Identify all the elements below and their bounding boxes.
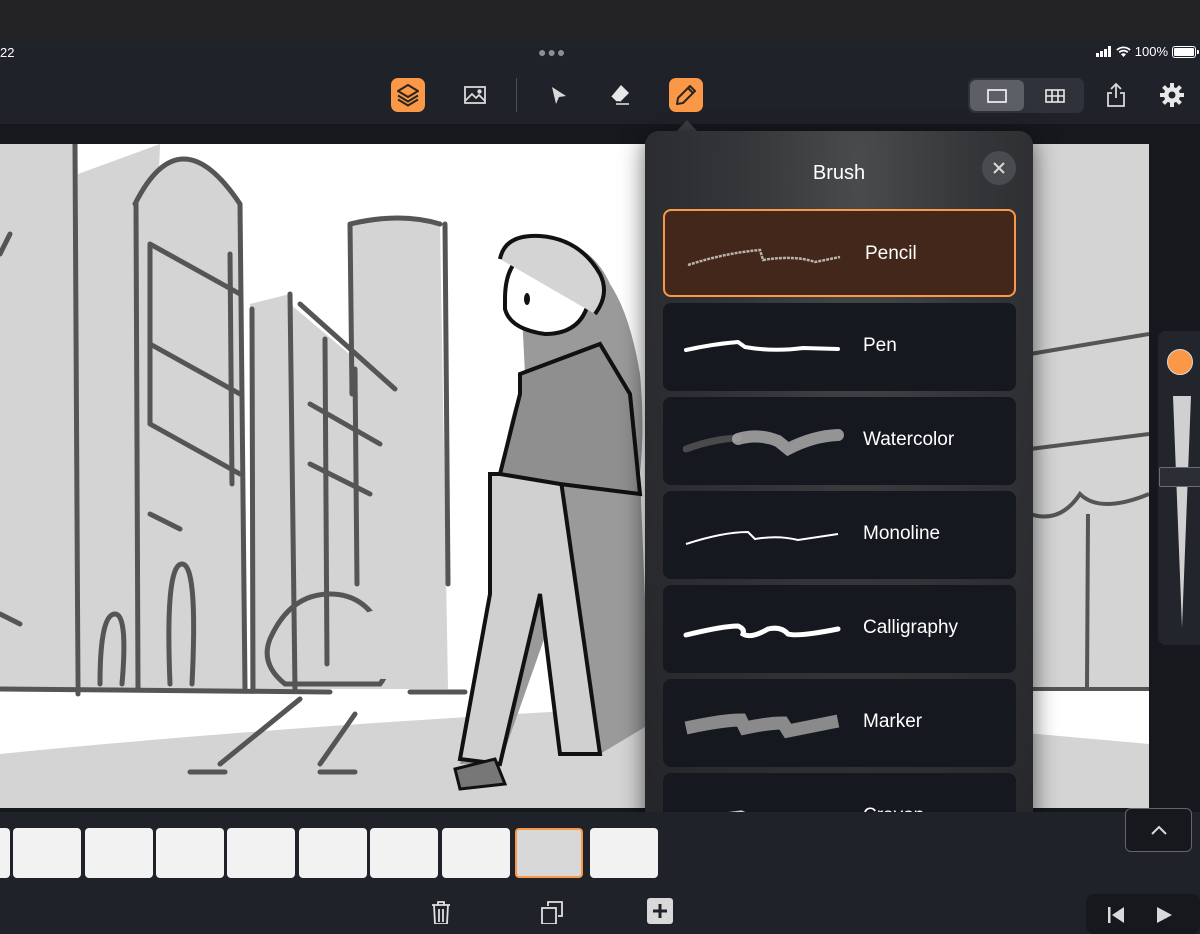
frame-thumbnail[interactable] bbox=[442, 828, 510, 878]
share-button[interactable] bbox=[1099, 78, 1133, 112]
duplicate-icon bbox=[541, 901, 563, 924]
eraser-icon bbox=[610, 85, 629, 105]
watercolor-stroke-icon bbox=[683, 429, 844, 457]
frame-thumbnail[interactable] bbox=[590, 828, 658, 878]
grid-icon bbox=[1045, 88, 1065, 103]
brush-option-watercolor[interactable]: Watercolor bbox=[663, 397, 1016, 485]
close-button[interactable] bbox=[982, 151, 1016, 185]
image-icon bbox=[464, 86, 486, 104]
brush-label: Calligraphy bbox=[863, 617, 959, 638]
signal-icon bbox=[1095, 46, 1111, 57]
single-view-button[interactable] bbox=[970, 80, 1024, 111]
brush-size-slider-track[interactable] bbox=[1158, 396, 1200, 636]
single-frame-icon bbox=[987, 88, 1007, 103]
settings-button[interactable] bbox=[1155, 78, 1189, 112]
trash-icon bbox=[432, 901, 450, 924]
top-toolbar bbox=[0, 66, 1200, 124]
play-icon[interactable] bbox=[1154, 904, 1174, 924]
brush-size-slider-thumb[interactable] bbox=[1159, 467, 1200, 488]
add-frame-button[interactable] bbox=[647, 898, 673, 924]
brush-option-monoline[interactable]: Monoline bbox=[663, 491, 1016, 579]
share-icon bbox=[1107, 82, 1125, 107]
skip-back-icon[interactable] bbox=[1106, 904, 1126, 924]
window-top-strip bbox=[0, 0, 1200, 42]
brush-label: Pencil bbox=[865, 243, 917, 264]
battery-icon bbox=[1172, 45, 1199, 58]
select-button[interactable] bbox=[541, 78, 575, 112]
frame-thumbnail[interactable] bbox=[227, 828, 295, 878]
frame-thumbnail[interactable] bbox=[13, 828, 81, 878]
pencil-icon bbox=[676, 85, 696, 105]
brush-option-pen[interactable]: Pen bbox=[663, 303, 1016, 391]
brush-option-pencil[interactable]: Pencil bbox=[663, 209, 1016, 297]
status-indicators: 100% bbox=[1095, 44, 1199, 59]
pointer-arrow-icon bbox=[552, 87, 566, 104]
ellipsis-icon[interactable]: ●●● bbox=[538, 44, 566, 60]
frame-thumbnail[interactable] bbox=[370, 828, 438, 878]
brush-panel: Brush Pencil Pen Watercolor Monoline Cal… bbox=[645, 131, 1033, 878]
plus-icon bbox=[653, 904, 667, 918]
pencil-button[interactable] bbox=[669, 78, 703, 112]
status-time: 22 bbox=[0, 45, 15, 60]
frame-thumbnail-selected[interactable] bbox=[515, 828, 583, 878]
bottom-toolbar bbox=[0, 892, 1200, 924]
duplicate-frame-button[interactable] bbox=[540, 900, 564, 924]
pen-stroke-icon bbox=[684, 339, 840, 352]
close-icon bbox=[993, 162, 1005, 174]
delete-frame-button[interactable] bbox=[430, 900, 452, 924]
monoline-stroke-icon bbox=[685, 530, 839, 545]
view-mode-toggle bbox=[968, 78, 1084, 113]
frame-thumbnail[interactable] bbox=[156, 828, 224, 878]
pencil-stroke-icon bbox=[687, 248, 841, 267]
brush-label: Watercolor bbox=[863, 429, 955, 450]
gear-icon bbox=[1160, 83, 1184, 107]
eraser-button[interactable] bbox=[603, 78, 637, 112]
brush-label: Marker bbox=[863, 711, 923, 732]
toolbar-separator bbox=[516, 78, 517, 112]
grid-view-button[interactable] bbox=[1028, 80, 1082, 111]
color-swatch[interactable] bbox=[1167, 349, 1193, 375]
marker-stroke-icon bbox=[684, 713, 840, 739]
calligraphy-stroke-icon bbox=[683, 623, 841, 639]
brush-settings-panel bbox=[1158, 331, 1200, 645]
filmstrip[interactable] bbox=[0, 828, 660, 878]
brush-label: Pen bbox=[863, 335, 897, 356]
brush-label: Monoline bbox=[863, 523, 941, 544]
chevron-up-icon bbox=[1150, 825, 1167, 835]
frame-thumbnail[interactable] bbox=[299, 828, 367, 878]
frame-thumbnail[interactable] bbox=[0, 828, 10, 878]
brush-option-calligraphy[interactable]: Calligraphy bbox=[663, 585, 1016, 673]
playback-controls bbox=[1086, 894, 1200, 934]
wifi-icon bbox=[1116, 46, 1131, 57]
layers-icon bbox=[397, 84, 419, 107]
expand-button[interactable] bbox=[1125, 808, 1192, 852]
layers-button[interactable] bbox=[391, 78, 425, 112]
frame-thumbnail[interactable] bbox=[85, 828, 153, 878]
brush-panel-title: Brush bbox=[812, 162, 866, 184]
status-bar: 22 ●●● 100% bbox=[0, 42, 1200, 66]
battery-percent: 100% bbox=[1134, 44, 1168, 59]
image-button[interactable] bbox=[458, 78, 492, 112]
brush-option-marker[interactable]: Marker bbox=[663, 679, 1016, 767]
